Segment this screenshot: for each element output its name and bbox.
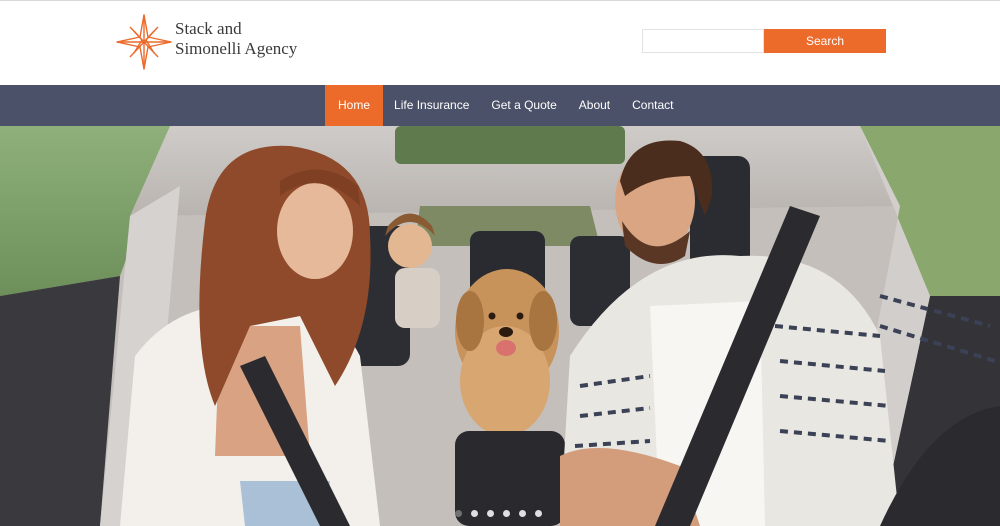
brand-name[interactable]: Stack and Simonelli Agency: [175, 19, 297, 59]
slider-dot-6[interactable]: [535, 510, 542, 517]
nav-item-get-a-quote[interactable]: Get a Quote: [480, 85, 567, 126]
brand-line-1: Stack and: [175, 19, 242, 38]
slider-dots: [455, 510, 542, 517]
nav-item-contact[interactable]: Contact: [621, 85, 684, 126]
search-input[interactable]: [642, 29, 764, 53]
hero-image: [0, 126, 1000, 526]
site-header: Stack and Simonelli Agency Search: [0, 0, 1000, 85]
main-navigation: Home Life Insurance Get a Quote About Co…: [0, 85, 1000, 126]
slider-dot-1[interactable]: [455, 510, 462, 517]
nav-item-home[interactable]: Home: [325, 85, 384, 126]
hero-slider[interactable]: [0, 126, 1000, 526]
compass-star-icon[interactable]: [114, 13, 174, 71]
slider-dot-5[interactable]: [519, 510, 526, 517]
nav-item-life-insurance[interactable]: Life Insurance: [383, 85, 480, 126]
search-button[interactable]: Search: [764, 29, 886, 53]
brand-line-2: Simonelli Agency: [175, 39, 298, 58]
slider-dot-4[interactable]: [503, 510, 510, 517]
slider-dot-3[interactable]: [487, 510, 494, 517]
nav-item-about[interactable]: About: [568, 85, 621, 126]
slider-dot-2[interactable]: [471, 510, 478, 517]
nav-list: Home Life Insurance Get a Quote About Co…: [325, 85, 685, 126]
